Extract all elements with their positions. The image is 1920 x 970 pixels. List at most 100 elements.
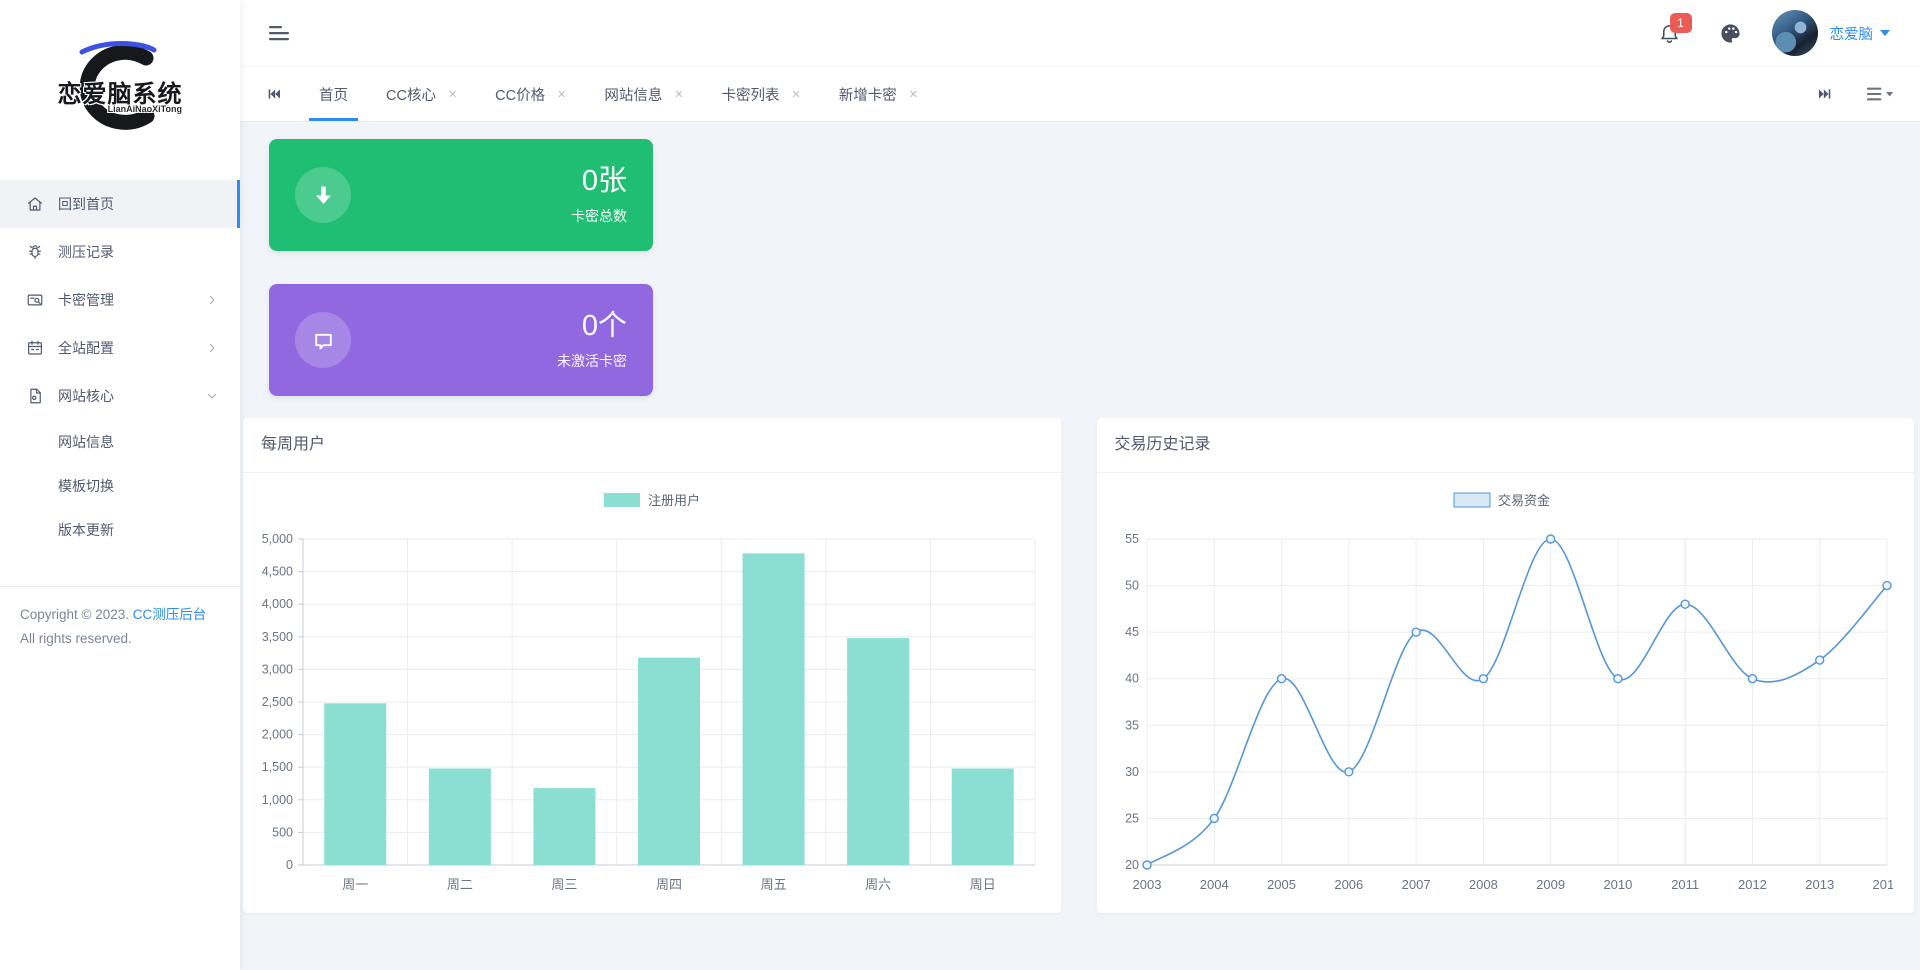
notifications-button[interactable]: 1 [1658,22,1681,45]
sidebar-subitem-1[interactable]: 模板切换 [0,464,240,508]
tab-close-icon[interactable]: ✕ [674,88,683,101]
tab-label: CC价格 [495,84,545,105]
tab-label: 首页 [319,84,348,105]
svg-text:3,000: 3,000 [262,662,293,676]
main-content: 0张卡密总数0个未激活卡密 每周用户 05001,0001,5002,0002,… [240,122,1920,970]
app-logo: 恋爱脑系统 LianAiNaoXiTong [40,14,200,164]
stat-label: 卡密总数 [571,206,627,226]
tab-3[interactable]: 网站信息 ✕ [588,67,699,121]
bug-icon [26,243,44,261]
svg-text:2013: 2013 [1805,877,1834,892]
submenu-label: 模板切换 [58,476,114,496]
stat-value: 0个 [557,310,627,342]
tab-list: 首页 CC核心✕ CC价格 ✕ 网站信息 ✕ 卡密列表 ✕ 新增卡密 ✕ [300,67,1813,121]
sidebar-item-0[interactable]: 回到首页 [0,180,240,228]
copyright-link[interactable]: CC测压后台 [133,607,207,622]
sidebar-item-4[interactable]: 网站核心 [0,372,240,420]
tab-close-icon[interactable]: ✕ [909,88,918,101]
sidebar-item-2[interactable]: 卡密管理 [0,276,240,324]
svg-text:4,500: 4,500 [262,565,293,579]
sidebar-collapse-icon[interactable] [269,24,289,42]
svg-text:2008: 2008 [1468,877,1497,892]
download-arrow-icon [295,167,351,223]
sidebar-subitem-0[interactable]: 网站信息 [0,420,240,464]
tab-label: 网站信息 [604,84,662,105]
top-header: 1 恋爱脑 [240,0,1920,66]
sidebar-item-label: 回到首页 [58,194,114,214]
submenu-label: 版本更新 [58,520,114,540]
sidebar-item-1[interactable]: 测压记录 [0,228,240,276]
tab-4[interactable]: 卡密列表 ✕ [706,67,817,121]
svg-text:2007: 2007 [1401,877,1430,892]
scroll-tabs-left-icon[interactable] [262,86,286,102]
svg-text:周二: 周二 [447,877,473,892]
svg-text:0: 0 [286,858,293,872]
svg-text:40: 40 [1125,672,1139,686]
tab-label: 新增卡密 [839,84,897,105]
tab-1[interactable]: CC核心✕ [370,67,473,121]
line-chart: 2025303540455055200320042005200620072008… [1097,473,1915,912]
theme-palette-icon[interactable] [1719,22,1742,45]
sidebar-item-3[interactable]: 全站配置 [0,324,240,372]
svg-text:3,500: 3,500 [262,630,293,644]
main-column: 1 恋爱脑 首页 [240,0,1920,970]
document-icon [26,387,44,405]
sidebar-item-label: 卡密管理 [58,290,114,310]
tab-2[interactable]: CC价格 ✕ [479,67,582,121]
svg-text:500: 500 [272,825,293,839]
home-icon [26,195,44,213]
trade-history-card: 交易历史记录 202530354045505520032004200520062… [1097,418,1915,913]
user-avatar[interactable] [1772,10,1818,56]
svg-text:5,000: 5,000 [262,532,293,546]
svg-text:注册用户: 注册用户 [648,493,700,508]
tab-close-icon[interactable]: ✕ [448,88,457,101]
svg-text:2011: 2011 [1671,877,1699,892]
tab-options-menu-icon[interactable] [1863,86,1898,102]
header-actions: 1 恋爱脑 [1658,10,1891,56]
svg-text:周五: 周五 [761,877,787,892]
tab-close-icon[interactable]: ✕ [792,88,801,101]
svg-text:周三: 周三 [551,877,577,892]
stat-cards: 0张卡密总数 0个未激活卡密 [240,139,1920,396]
user-menu-caret-icon[interactable] [1880,30,1890,36]
stat-label: 未激活卡密 [557,351,627,371]
svg-text:2006: 2006 [1334,877,1363,892]
svg-text:1,500: 1,500 [262,760,293,774]
svg-text:25: 25 [1125,811,1139,825]
bar-chart-title: 每周用户 [243,418,1061,473]
submenu-label: 网站信息 [58,432,114,452]
svg-text:2009: 2009 [1536,877,1565,892]
svg-text:45: 45 [1125,625,1139,639]
sidebar-item-label: 全站配置 [58,338,114,358]
stat-card-0: 0张卡密总数 [269,139,653,251]
tab-label: 卡密列表 [722,84,780,105]
svg-text:20: 20 [1125,858,1139,872]
scroll-tabs-right-icon[interactable] [1813,86,1837,102]
svg-text:周四: 周四 [656,877,682,892]
svg-text:周日: 周日 [970,877,996,892]
tab-close-icon[interactable]: ✕ [557,88,566,101]
tab-5[interactable]: 新增卡密 ✕ [823,67,934,121]
tab-bar: 首页 CC核心✕ CC价格 ✕ 网站信息 ✕ 卡密列表 ✕ 新增卡密 ✕ [240,66,1920,122]
svg-text:2005: 2005 [1267,877,1296,892]
chevron-down-icon [206,390,218,402]
tab-0[interactable]: 首页 [303,67,364,121]
config-icon [26,339,44,357]
chat-bubble-icon [295,312,351,368]
notification-badge: 1 [1670,13,1692,33]
card-key-icon [26,291,44,309]
stat-value: 0张 [571,165,627,197]
stat-card-1: 0个未激活卡密 [269,284,653,396]
copyright-line2: All rights reserved. [20,627,220,651]
sidebar-item-label: 网站核心 [58,386,114,406]
sidebar-item-label: 测压记录 [58,242,114,262]
sidebar: 恋爱脑系统 LianAiNaoXiTong 回到首页测压记录卡密管理全站配置网站… [0,0,240,970]
svg-text:2,000: 2,000 [262,728,293,742]
svg-text:2012: 2012 [1737,877,1766,892]
sidebar-footer: Copyright © 2023. CC测压后台 All rights rese… [0,586,240,667]
sidebar-subitem-2[interactable]: 版本更新 [0,508,240,552]
svg-text:周六: 周六 [865,877,891,892]
svg-text:2,500: 2,500 [262,695,293,709]
svg-text:2003: 2003 [1132,877,1161,892]
user-name[interactable]: 恋爱脑 [1830,23,1874,44]
